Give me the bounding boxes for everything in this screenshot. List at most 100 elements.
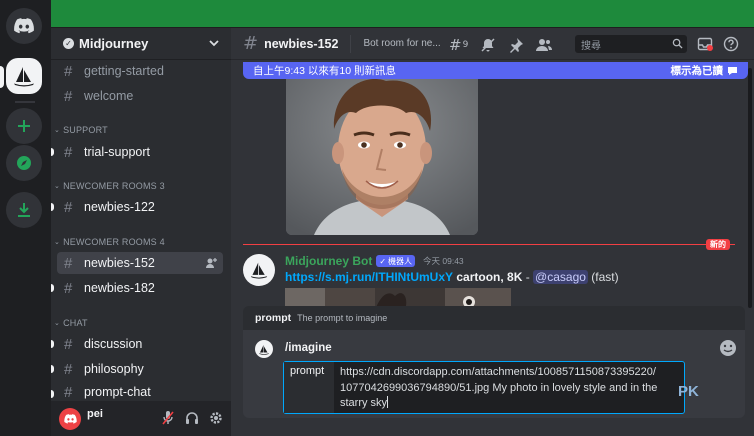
hash-icon: # — [64, 383, 73, 401]
threads-hash-icon: # — [64, 198, 73, 216]
channel-label: discussion — [84, 337, 143, 351]
command-name: /imagine — [285, 342, 332, 354]
download-icon — [18, 203, 30, 217]
user-panel: pei — [51, 401, 231, 436]
new-messages-banner[interactable]: 自上午9:43 以來有10 則新訊息 標示為已讀 — [243, 62, 748, 79]
message-content: https://s.mj.run/ITHINtUmUxY cartoon, 8K… — [285, 270, 619, 284]
channel-topic[interactable]: Bot room for ne... — [363, 38, 440, 49]
message-link[interactable]: https://s.mj.run/ITHINtUmUxY — [285, 270, 453, 284]
chevron-down-icon — [209, 40, 219, 47]
hash-icon: # — [64, 143, 73, 161]
bot-badge: ✓ 機器人 — [376, 255, 416, 267]
threads-hash-icon: # — [243, 33, 259, 54]
bot-avatar[interactable] — [243, 254, 275, 286]
message-mode: (fast) — [587, 270, 619, 284]
midjourney-icon — [250, 262, 268, 279]
download-apps-button[interactable] — [6, 192, 42, 228]
headphones-icon[interactable] — [185, 410, 199, 426]
channel-newbies-152[interactable]: # newbies-152 — [57, 252, 223, 274]
threads-button[interactable]: # 9 — [449, 36, 468, 54]
channel-newbies-182[interactable]: # newbies-182 — [57, 277, 223, 299]
mark-as-read-button[interactable]: 標示為已讀 — [671, 63, 739, 78]
server-midjourney[interactable] — [6, 58, 42, 94]
new-label: 新的 — [706, 239, 730, 250]
channel-welcome[interactable]: # welcome — [57, 85, 223, 107]
add-server-button[interactable] — [6, 108, 42, 144]
inbox-icon[interactable] — [697, 36, 713, 52]
generated-image[interactable] — [286, 79, 478, 235]
user-mention[interactable]: @casago — [533, 270, 588, 284]
search-input[interactable]: 搜尋 — [575, 35, 687, 53]
threads-count: 9 — [462, 40, 469, 50]
username: pei — [87, 407, 103, 420]
header-right-tools — [697, 36, 739, 52]
pin-icon[interactable] — [508, 37, 524, 53]
add-member-icon[interactable] — [205, 257, 217, 269]
scrollbar[interactable] — [748, 68, 752, 308]
channel-trial-support[interactable]: # trial-support — [57, 141, 223, 163]
category-label: CHAT — [63, 318, 88, 328]
message-prompt: cartoon, 8K — [456, 270, 523, 284]
hash-icon: # — [64, 62, 73, 80]
channel-prompt-chat[interactable]: # prompt-chat — [57, 383, 223, 401]
new-messages-divider — [243, 244, 735, 245]
hash-icon: # — [64, 335, 73, 353]
home-button[interactable] — [6, 8, 42, 44]
app-icon — [255, 340, 273, 358]
category-chat[interactable]: ⌄ CHAT — [54, 318, 88, 328]
server-name: Midjourney — [79, 36, 149, 51]
discord-icon — [63, 413, 77, 424]
hash-icon: # — [64, 360, 73, 378]
help-icon[interactable] — [723, 36, 739, 52]
explore-button[interactable] — [6, 145, 42, 181]
mute-icon[interactable] — [480, 37, 496, 53]
channel-getting-started[interactable]: # getting-started — [57, 60, 223, 82]
channel-label: philosophy — [84, 362, 144, 376]
option-label: prompt — [284, 362, 334, 413]
unread-indicator — [51, 148, 54, 156]
text-caret — [387, 396, 389, 408]
command-option-hint: prompt The prompt to imagine — [243, 306, 745, 330]
chat-area: # newbies-152 Bot room for ne... # 9 搜尋 … — [231, 28, 754, 436]
channel-discussion[interactable]: # discussion — [57, 333, 223, 355]
hash-icon: # — [64, 87, 73, 105]
header-toolbar: # 9 — [449, 36, 553, 54]
search-icon — [672, 38, 683, 49]
category-newcomer-rooms-4[interactable]: ⌄ NEWCOMER ROOMS 4 — [54, 237, 165, 247]
channel-title: newbies-152 — [264, 36, 339, 51]
server-header[interactable]: ✓ Midjourney — [51, 28, 231, 60]
threads-hash-icon: # — [64, 254, 73, 272]
mic-muted-icon[interactable] — [161, 410, 175, 426]
category-support[interactable]: ⌄ SUPPORT — [54, 125, 108, 135]
explore-icon — [17, 156, 31, 170]
channel-label: newbies-122 — [84, 200, 155, 214]
channel-newbies-122[interactable]: # newbies-122 — [57, 196, 223, 218]
channel-label: getting-started — [84, 64, 164, 78]
emoji-icon[interactable] — [719, 339, 737, 357]
chevron-down-icon: ⌄ — [54, 127, 61, 134]
unread-indicator — [51, 340, 54, 348]
channel-philosophy[interactable]: # philosophy — [57, 358, 223, 380]
option-description: The prompt to imagine — [297, 313, 388, 323]
prompt-option-input[interactable]: prompt https://cdn.discordapp.com/attach… — [283, 361, 685, 414]
option-name: prompt — [255, 312, 292, 324]
chevron-down-icon: ⌄ — [54, 183, 61, 190]
mark-read-label: 標示為已讀 — [670, 65, 724, 77]
category-newcomer-rooms-3[interactable]: ⌄ NEWCOMER ROOMS 3 — [54, 181, 165, 191]
settings-icon[interactable] — [209, 410, 223, 426]
channel-label: newbies-182 — [84, 281, 155, 295]
threads-icon: # — [449, 36, 462, 54]
chevron-down-icon: ⌄ — [54, 239, 61, 246]
search-placeholder: 搜尋 — [581, 40, 601, 52]
discord-icon — [14, 18, 34, 34]
rail-separator — [15, 101, 35, 103]
members-icon[interactable] — [536, 37, 553, 53]
user-controls — [161, 410, 223, 426]
category-label: NEWCOMER ROOMS 3 — [63, 181, 165, 191]
option-value[interactable]: https://cdn.discordapp.com/attachments/1… — [334, 362, 684, 413]
message-header: Midjourney Bot ✓ 機器人 今天 09:43 — [285, 254, 464, 268]
midjourney-icon — [14, 67, 34, 87]
avatar[interactable] — [59, 407, 81, 430]
message-author[interactable]: Midjourney Bot — [285, 254, 372, 268]
category-label: NEWCOMER ROOMS 4 — [63, 237, 165, 247]
